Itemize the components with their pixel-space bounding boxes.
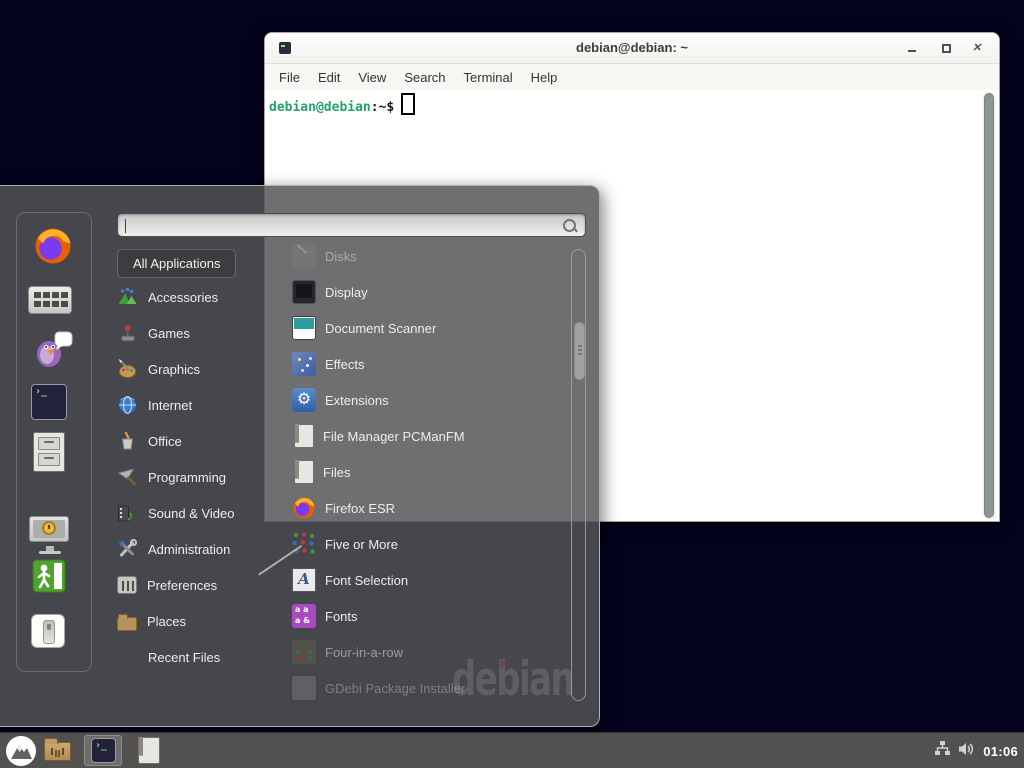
magnifier-icon [563,219,576,232]
prompt-suffix: :~$ [371,100,394,115]
favorite-chat[interactable] [33,328,75,375]
category-sound-video[interactable]: ♪ Sound & Video [117,495,235,531]
app-item-display[interactable]: Display [292,274,368,310]
menu-scrollbar[interactable] [571,249,586,701]
five-or-more-icon [292,532,316,556]
category-graphics[interactable]: Graphics [117,351,200,387]
search-input[interactable] [122,216,556,236]
prompt-user-host: debian@debian [269,100,371,115]
network-icon[interactable] [934,740,951,762]
preferences-icon [117,576,137,594]
fonts-icon [292,604,316,628]
terminal-titlebar[interactable]: debian@debian: ~ ✕ [265,33,999,64]
maximize-button[interactable] [939,41,953,55]
menu-help[interactable]: Help [522,70,567,85]
file-manager-task-button[interactable] [44,742,71,761]
window-title: debian@debian: ~ [265,40,999,55]
category-places[interactable]: Places [117,603,186,639]
category-all-applications[interactable]: All Applications [117,249,236,278]
category-recent-files[interactable]: Recent Files [117,639,220,675]
file-cabinet-icon [294,424,314,448]
font-selection-icon [292,568,316,592]
app-item-pcmanfm[interactable]: File Manager PCManFM [292,418,465,454]
desktop: debian debian@debian: ~ ✕ File Edit View… [0,0,1024,768]
internet-icon [117,395,138,415]
volume-icon[interactable] [958,741,976,762]
administration-icon [117,539,138,559]
places-icon [117,617,137,631]
app-item-disks[interactable]: Disks [292,238,357,274]
accessories-icon [117,287,138,307]
application-menu: All Applications Accessories Games Graph… [0,185,600,727]
games-icon [117,323,138,343]
menu-file[interactable]: File [270,70,309,85]
favorite-firefox[interactable] [33,226,73,271]
effects-icon [292,352,316,376]
terminal-task-button[interactable] [91,738,116,763]
close-button[interactable]: ✕ [971,41,985,55]
firefox-icon [292,496,316,520]
office-icon [117,431,138,451]
favorite-software[interactable] [28,286,72,314]
app-item-four-in-a-row[interactable]: Four-in-a-row [292,634,403,670]
favorite-terminal[interactable] [31,384,67,420]
sound-video-icon: ♪ [117,503,138,523]
menu-button-icon [6,736,36,766]
category-accessories[interactable]: Accessories [117,279,218,315]
category-preferences[interactable]: Preferences [117,567,217,603]
app-item-files[interactable]: Files [292,454,350,490]
app-item-five-or-more[interactable]: Five or More [292,526,398,562]
menu-view[interactable]: View [349,70,395,85]
category-administration[interactable]: Administration [117,531,230,567]
category-office[interactable]: Office [117,423,182,459]
terminal-scrollbar[interactable] [982,92,996,519]
app-item-effects[interactable]: Effects [292,346,365,382]
four-in-a-row-icon [292,640,316,664]
terminal-scrollbar-thumb[interactable] [984,93,994,518]
app-item-extensions[interactable]: Extensions [292,382,389,418]
category-games[interactable]: Games [117,315,190,351]
document-scanner-icon [292,316,316,340]
system-tray: 01:06 [934,733,1018,768]
clock[interactable]: 01:06 [983,744,1018,759]
svg-text:♪: ♪ [127,507,134,523]
gdebi-icon [292,676,316,700]
logout-icon [31,558,67,594]
terminal-menubar: File Edit View Search Terminal Help [265,64,999,90]
category-internet[interactable]: Internet [117,387,192,423]
favorite-logout[interactable] [31,558,67,599]
app-item-document-scanner[interactable]: Document Scanner [292,310,436,346]
favorite-lock-screen[interactable] [29,516,69,542]
shell-prompt: debian@debian:~$ [269,93,415,115]
favorite-files[interactable] [33,432,65,472]
graphics-icon [117,359,138,379]
menu-edit[interactable]: Edit [309,70,349,85]
text-caret [125,219,126,233]
menu-terminal[interactable]: Terminal [455,70,522,85]
extensions-icon [292,388,316,412]
files-task-button[interactable] [138,737,160,764]
menu-button[interactable] [6,736,36,766]
chat-icon [33,328,75,370]
file-cabinet-icon [294,460,314,484]
menu-search[interactable]: Search [395,70,454,85]
minimize-button[interactable] [905,41,919,55]
app-item-gdebi[interactable]: GDebi Package Installer [292,670,465,706]
disks-icon [292,244,316,268]
folder-icon [44,742,71,761]
taskbar-panel: 01:06 [0,732,1024,768]
search-box[interactable] [117,213,586,237]
app-item-fonts[interactable]: Fonts [292,598,358,634]
category-programming[interactable]: Programming [117,459,226,495]
menu-scrollbar-thumb[interactable] [574,322,585,380]
display-icon [292,280,316,304]
firefox-icon [33,226,73,266]
app-item-font-selection[interactable]: Font Selection [292,562,408,598]
favorite-quit[interactable] [31,614,65,648]
programming-icon [117,467,138,487]
app-item-firefox-esr[interactable]: Firefox ESR [292,490,395,526]
terminal-cursor [401,93,415,115]
